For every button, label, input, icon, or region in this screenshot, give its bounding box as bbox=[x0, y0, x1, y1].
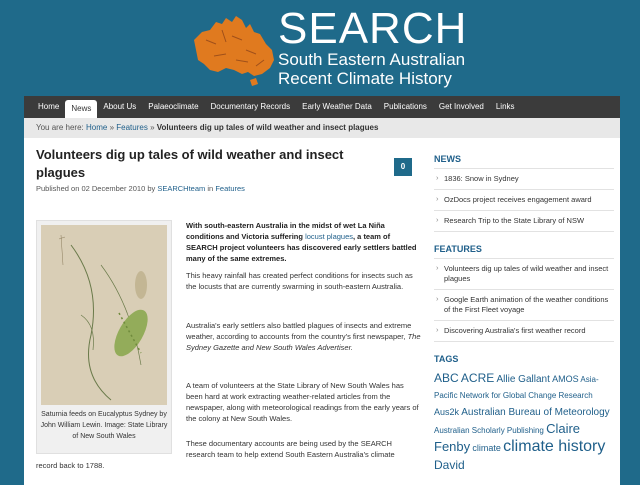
article-date: Published on 02 December 2010 by bbox=[36, 184, 156, 193]
tag-link[interactable]: Aus2k bbox=[434, 407, 459, 417]
tag-cloud: ABC ACRE Allie Gallant AMOS Asia-Pacific… bbox=[434, 370, 614, 475]
features-list: Volunteers dig up tales of wild weather … bbox=[434, 258, 614, 342]
paragraph-2-text: Australia's early settlers also battled … bbox=[186, 321, 412, 341]
tag-link[interactable]: Australian Bureau of Meteorology bbox=[461, 407, 609, 418]
site-title[interactable]: SEARCH bbox=[278, 4, 467, 54]
article-paragraph-4-end: record back to 1788. bbox=[36, 461, 105, 470]
nav-item-links[interactable]: Links bbox=[490, 96, 521, 118]
tag-link[interactable]: ABC bbox=[434, 371, 459, 385]
tag-link[interactable]: AMOS bbox=[552, 374, 579, 384]
tag-link[interactable]: climate history bbox=[503, 438, 605, 455]
news-list: 1836: Snow in Sydney OzDocs project rece… bbox=[434, 168, 614, 232]
tag-link[interactable]: ACRE bbox=[461, 371, 494, 385]
nav-item-early-weather-data[interactable]: Early Weather Data bbox=[296, 96, 378, 118]
sidebar: NEWS 1836: Snow in Sydney OzDocs project… bbox=[434, 146, 614, 485]
news-heading: NEWS bbox=[434, 154, 461, 164]
tag-link[interactable]: climate bbox=[472, 443, 501, 453]
breadcrumb-separator: » bbox=[109, 123, 115, 132]
breadcrumb-prefix: You are here: bbox=[36, 123, 84, 132]
site-header: SEARCH South Eastern Australian Recent C… bbox=[0, 0, 640, 96]
locust-plagues-link[interactable]: locust plagues bbox=[305, 232, 353, 241]
main-navigation: Home News About Us Palaeoclimate Documen… bbox=[24, 96, 620, 118]
site-subtitle-line-2: Recent Climate History bbox=[278, 69, 452, 88]
news-item[interactable]: Research Trip to the State Library of NS… bbox=[434, 211, 614, 232]
news-item[interactable]: 1836: Snow in Sydney bbox=[434, 169, 614, 190]
article-lede: With south-eastern Australia in the mids… bbox=[186, 220, 422, 264]
tag-link[interactable]: David bbox=[434, 458, 465, 472]
article-paragraph-2: Australia's early settlers also battled … bbox=[186, 320, 422, 353]
breadcrumb-current: Volunteers dig up tales of wild weather … bbox=[156, 123, 379, 132]
article-paragraph-3: A team of volunteers at the State Librar… bbox=[186, 381, 419, 423]
article-category-link[interactable]: Features bbox=[215, 184, 245, 193]
nav-item-home[interactable]: Home bbox=[32, 96, 65, 118]
article-paragraph-4: These documentary accounts are being use… bbox=[186, 439, 395, 459]
nav-item-about-us[interactable]: About Us bbox=[97, 96, 142, 118]
tags-heading: TAGS bbox=[434, 354, 459, 364]
nav-item-news[interactable]: News bbox=[65, 100, 98, 118]
article: Volunteers dig up tales of wild weather … bbox=[36, 146, 422, 485]
tag-link[interactable]: Australian Scholarly Publishing bbox=[434, 426, 544, 435]
nav-item-documentary-records[interactable]: Documentary Records bbox=[205, 96, 297, 118]
nav-item-palaeoclimate[interactable]: Palaeoclimate bbox=[142, 96, 204, 118]
feature-item[interactable]: Google Earth animation of the weather co… bbox=[434, 290, 614, 321]
figure-caption: Saturnia feeds on Eucalyptus Sydney by J… bbox=[40, 411, 168, 440]
feature-item[interactable]: Discovering Australia's first weather re… bbox=[434, 321, 614, 342]
article-paragraph-1: This heavy rainfall has created perfect … bbox=[186, 271, 413, 291]
breadcrumb-separator: » bbox=[150, 123, 155, 132]
site-subtitle-line-1: South Eastern Australian bbox=[278, 50, 466, 69]
breadcrumb-home-link[interactable]: Home bbox=[86, 123, 107, 132]
comment-count-badge[interactable]: 0 bbox=[394, 158, 412, 176]
tag-link[interactable]: Allie Gallant bbox=[497, 374, 550, 385]
features-heading: FEATURES bbox=[434, 244, 482, 254]
article-meta: Published on 02 December 2010 by SEARCHt… bbox=[36, 184, 422, 193]
article-figure: Saturnia feeds on Eucalyptus Sydney by J… bbox=[36, 220, 172, 454]
breadcrumb: You are here: Home » Features » Voluntee… bbox=[24, 118, 620, 138]
nav-item-get-involved[interactable]: Get Involved bbox=[433, 96, 490, 118]
nav-item-publications[interactable]: Publications bbox=[378, 96, 433, 118]
article-meta-in: in bbox=[207, 184, 214, 193]
breadcrumb-features-link[interactable]: Features bbox=[116, 123, 148, 132]
article-title[interactable]: Volunteers dig up tales of wild weather … bbox=[36, 146, 376, 182]
feature-item[interactable]: Volunteers dig up tales of wild weather … bbox=[434, 259, 614, 290]
news-item[interactable]: OzDocs project receives engagement award bbox=[434, 190, 614, 211]
article-author-link[interactable]: SEARCHteam bbox=[157, 184, 205, 193]
page-container: Home News About Us Palaeoclimate Documen… bbox=[24, 96, 620, 485]
caterpillar-illustration bbox=[41, 225, 167, 405]
australia-map-logo[interactable] bbox=[186, 10, 282, 88]
